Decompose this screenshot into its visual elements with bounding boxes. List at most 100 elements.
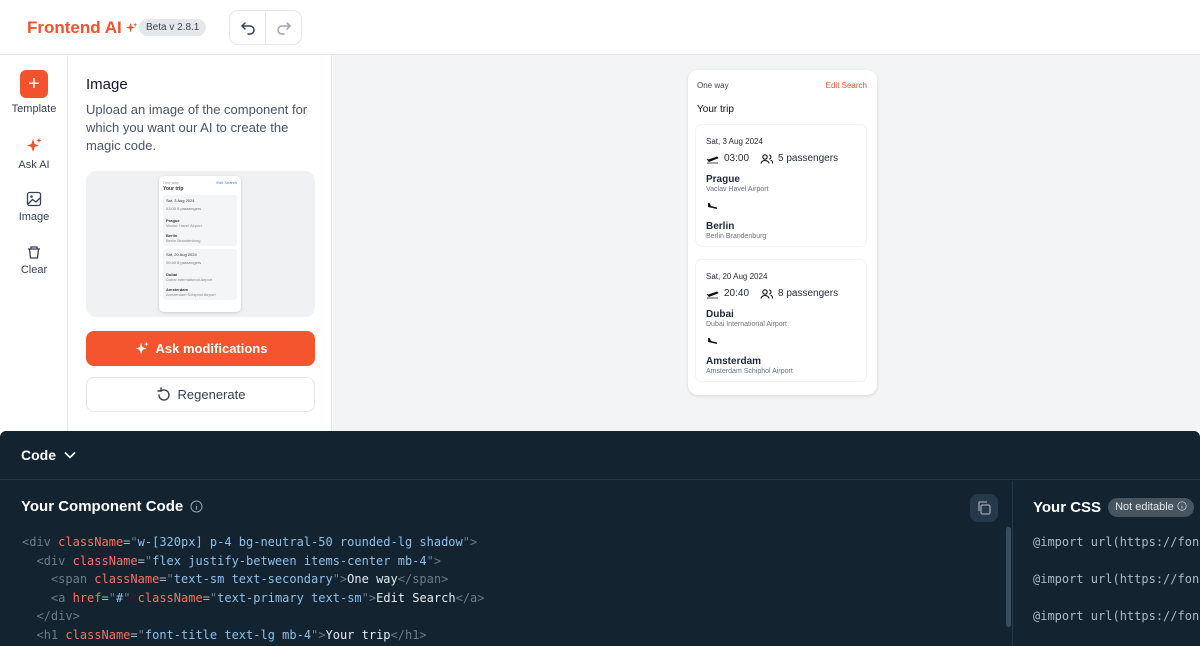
- code-token: className: [58, 535, 124, 549]
- css-line: @import url(https://fon: [1033, 572, 1200, 586]
- code-token: font-title text-lg mb-4: [144, 627, 312, 642]
- code-token: ": [130, 535, 138, 549]
- rail-label: Ask AI: [18, 159, 50, 171]
- plus-icon: +: [20, 70, 48, 98]
- image-panel: Image Upload an image of the component f…: [69, 55, 332, 431]
- plane-takeoff-icon: [706, 156, 719, 163]
- trash-icon: [28, 246, 40, 259]
- code-token: =: [202, 590, 210, 605]
- code-token: </a>: [455, 590, 485, 605]
- preview-canvas: One way Edit Search Your trip Sat, 3 Aug…: [333, 55, 1200, 431]
- rail-label: Image: [18, 211, 50, 223]
- code-token: </h1>: [390, 627, 427, 642]
- undo-icon: [240, 21, 255, 35]
- rail-item-template[interactable]: + Template: [0, 70, 68, 115]
- regenerate-label: Regenerate: [177, 387, 246, 402]
- panel-divider: [1012, 481, 1013, 646]
- plane-takeoff-icon: [706, 291, 719, 298]
- code-section-toggle[interactable]: Code: [0, 431, 1200, 480]
- trip-time: 03:00: [724, 153, 750, 164]
- code-token: Your trip: [325, 627, 391, 642]
- chevron-down-icon: [64, 451, 76, 459]
- thumb-trip1-date: Sat, 3 Aug 2024: [166, 198, 195, 203]
- code-section: Code Your Component Code <div className=…: [0, 431, 1200, 646]
- trip-passengers: 8 passengers: [778, 288, 839, 299]
- thumb-trip1-to-airport: Berlin Brandenburg: [166, 238, 201, 243]
- version-badge: Beta v 2.8.1: [139, 19, 207, 36]
- thumb-trip2-meta: 20:40 8 passengers: [166, 260, 202, 265]
- code-line: </div>: [22, 609, 80, 623]
- trip-passengers: 5 passengers: [778, 153, 839, 164]
- app-logo[interactable]: Frontend AI: [27, 18, 138, 38]
- code-line: <a href="#" className="text-primary text…: [22, 591, 485, 605]
- code-token: <: [36, 553, 44, 568]
- thumb-trip2-from-airport: Dubai International Airport: [166, 277, 213, 282]
- panel-title: Image: [86, 76, 128, 93]
- code-token: className: [65, 627, 131, 642]
- plane-landing-icon: [707, 203, 718, 211]
- info-icon[interactable]: [190, 500, 203, 513]
- trip-destination-airport: Berlin Brandenburg: [706, 233, 767, 240]
- trip-origin: Dubai: [706, 309, 734, 320]
- component-code-heading: Your Component Code: [21, 498, 184, 515]
- code-token: ": [108, 590, 116, 605]
- code-token: className: [72, 553, 138, 568]
- code-token: flex justify-between items-center mb-4: [152, 553, 427, 568]
- uploaded-image-thumbnail[interactable]: One way Edit Search Your trip Sat, 3 Aug …: [86, 171, 315, 317]
- top-header: Frontend AI Beta v 2.8.1: [0, 0, 1200, 55]
- code-token: Edit Search: [376, 590, 456, 605]
- trip-card-1[interactable]: Sat, 3 Aug 2024 03:00 5 passengers Pragu…: [696, 125, 866, 246]
- app-name: Frontend AI: [27, 18, 122, 37]
- one-way-label: One way: [697, 81, 729, 90]
- code-token: ">: [426, 553, 442, 568]
- image-icon: [26, 191, 42, 207]
- rail-label: Clear: [20, 264, 48, 276]
- css-title: Your CSS Not editable: [1033, 498, 1194, 517]
- regenerate-button[interactable]: Regenerate: [86, 377, 315, 412]
- thumb-trip1-from-airport: Vaclav Havel Airport: [166, 223, 202, 228]
- trip-origin-airport: Vaclav Havel Airport: [706, 186, 769, 193]
- users-icon: [760, 288, 774, 299]
- copy-button[interactable]: [970, 494, 998, 522]
- code-token: href: [72, 590, 102, 605]
- code-token: span: [58, 572, 95, 586]
- code-line: <div className="flex justify-between ite…: [22, 554, 441, 568]
- redo-icon: [276, 21, 291, 35]
- code-token: =: [137, 553, 145, 568]
- trip-origin-airport: Dubai International Airport: [706, 321, 787, 328]
- rail-label: Template: [11, 103, 57, 115]
- ask-modifications-button[interactable]: Ask modifications: [86, 331, 315, 366]
- trip-destination: Amsterdam: [706, 356, 762, 367]
- code-token: =: [130, 627, 138, 642]
- trip-origin: Prague: [706, 174, 740, 185]
- thumb-trip2-to-airport: Amsterdam Schiphol Airport: [166, 292, 216, 297]
- info-icon: [1177, 501, 1187, 511]
- edit-search-link[interactable]: Edit Search: [826, 81, 867, 90]
- rail-item-image[interactable]: Image: [0, 191, 68, 223]
- redo-button[interactable]: [266, 11, 301, 44]
- code-scrollbar[interactable]: [1006, 527, 1011, 627]
- rail-item-clear[interactable]: Clear: [0, 244, 68, 276]
- trip-card-2[interactable]: Sat, 20 Aug 2024 20:40 8 passengers Duba…: [696, 260, 866, 381]
- code-token: ">: [332, 572, 348, 586]
- undo-button[interactable]: [230, 11, 266, 44]
- code-token: ": [137, 627, 145, 642]
- trip-destination-airport: Amsterdam Schiphol Airport: [706, 368, 793, 375]
- css-line: @import url(https://fon: [1033, 535, 1200, 549]
- panel-description: Upload an image of the component for whi…: [86, 102, 308, 153]
- css-line: @import url(https://fon: [1033, 609, 1200, 623]
- code-line: <h1 className="font-title text-lg mb-4">…: [22, 627, 427, 642]
- code-token: ": [144, 553, 153, 568]
- rail-item-ask-ai[interactable]: Ask AI: [0, 137, 68, 171]
- not-editable-badge: Not editable: [1108, 498, 1194, 517]
- code-token: ">: [361, 590, 377, 605]
- code-token: div: [29, 535, 59, 549]
- copy-icon: [978, 501, 991, 515]
- code-token: </div>: [36, 609, 80, 623]
- trip-time: 20:40: [724, 288, 750, 299]
- code-token: className: [94, 572, 160, 586]
- sparkle-icon: [135, 341, 149, 354]
- thumb-edit-search: Edit Search: [216, 180, 237, 185]
- component-code-title: Your Component Code: [21, 498, 203, 515]
- code-token: text-primary text-sm: [217, 590, 362, 605]
